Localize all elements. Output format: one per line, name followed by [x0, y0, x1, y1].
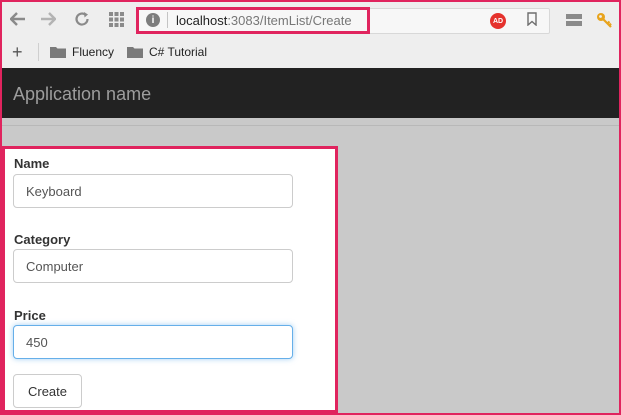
key-icon[interactable] — [596, 12, 612, 28]
forward-icon[interactable] — [38, 9, 58, 29]
category-label: Category — [14, 232, 71, 247]
add-bookmark-icon[interactable]: + — [12, 43, 23, 61]
bookmarks-bar: + Fluency C# Tutorial — [2, 36, 619, 68]
price-input[interactable] — [13, 325, 293, 359]
apps-grid-icon[interactable] — [106, 9, 126, 29]
url-highlight-box — [136, 7, 370, 34]
app-brand-link[interactable]: Application name — [13, 84, 151, 105]
name-label: Name — [14, 156, 50, 171]
create-item-form: Name Category Price Create — [2, 146, 338, 413]
bookmark-star-icon[interactable] — [527, 12, 537, 27]
back-icon[interactable] — [8, 9, 28, 29]
reload-icon[interactable] — [72, 9, 92, 29]
category-input[interactable] — [13, 249, 293, 283]
bookmark-fluency[interactable]: Fluency — [50, 45, 114, 59]
folder-icon — [127, 46, 143, 58]
bookmarks-divider — [38, 43, 39, 61]
adblock-icon[interactable]: AD — [490, 13, 506, 29]
folder-icon — [50, 46, 66, 58]
bookmark-label: C# Tutorial — [149, 45, 208, 59]
create-button[interactable]: Create — [13, 374, 82, 408]
bookmark-label: Fluency — [72, 45, 115, 59]
app-navbar: Application name — [2, 68, 619, 118]
name-input[interactable] — [13, 174, 293, 208]
extension-menu-icon[interactable] — [566, 14, 582, 26]
price-label: Price — [14, 308, 46, 323]
page-divider — [2, 125, 619, 126]
bookmark-csharp-tutorial[interactable]: C# Tutorial — [127, 45, 207, 59]
browser-toolbar: i localhost:3083/ItemList/Create AD — [2, 2, 619, 36]
